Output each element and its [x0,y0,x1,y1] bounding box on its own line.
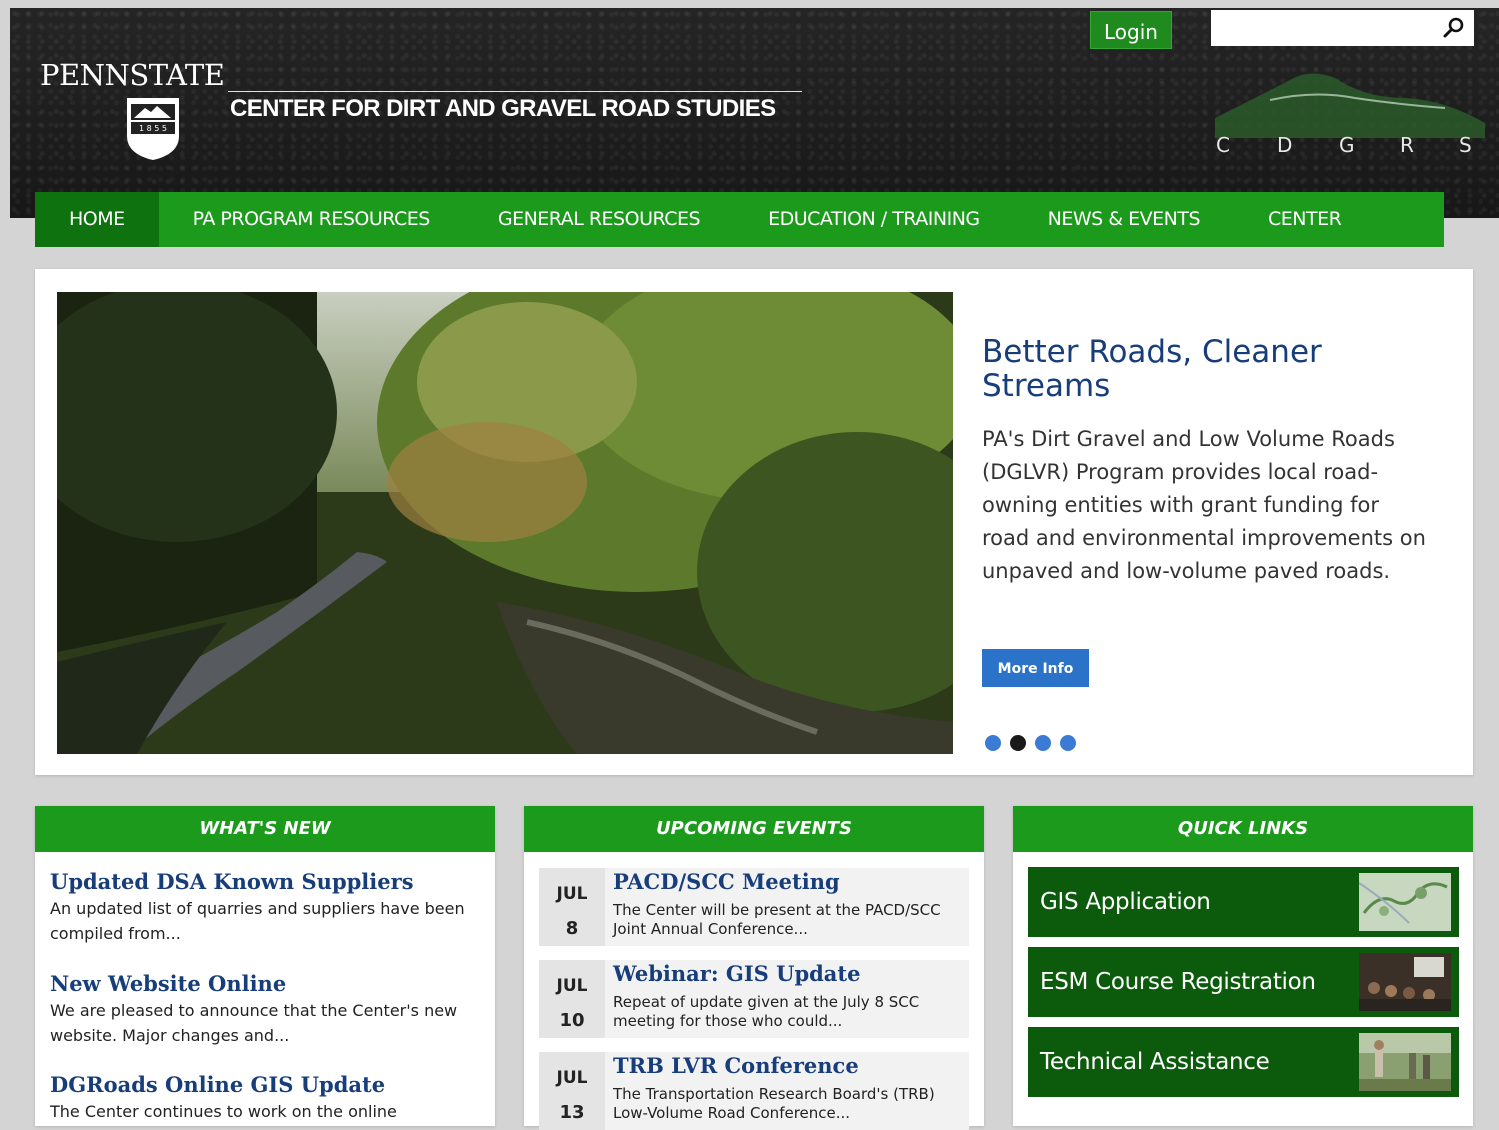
title-rule [228,91,802,92]
hero-title: Better Roads, Cleaner Streams [982,334,1322,404]
news-item: Updated DSA Known Suppliers An updated l… [50,868,470,946]
event-month: JUL [556,1068,588,1088]
hero-description: PA's Dirt Gravel and Low Volume Roads (D… [982,427,1426,583]
nav-item-center[interactable]: CENTER [1234,192,1375,247]
search-box [1211,10,1474,46]
pennstate-wordmark[interactable]: PENNSTATE [40,58,225,92]
slider-dot[interactable] [985,735,1001,751]
event-day: 10 [559,1010,585,1031]
event-date-badge: JUL 13 [539,1052,605,1130]
slider-dot-active[interactable] [1010,735,1026,751]
nav-item-pa-program-resources[interactable]: PA PROGRAM RESOURCES [159,192,464,247]
nav-item-news-events[interactable]: NEWS & EVENTS [1014,192,1234,247]
event-item[interactable]: JUL 8 PACD/SCC Meeting The Center will b… [539,868,969,946]
news-summary: An updated list of quarries and supplier… [50,899,465,943]
upcoming-events-panel: UPCOMING EVENTS JUL 8 PACD/SCC Meeting T… [524,806,984,1130]
cdgrs-letter: C [1216,133,1230,157]
event-month: JUL [556,884,588,904]
news-title-link[interactable]: Updated DSA Known Suppliers [50,868,470,896]
quick-links-heading: QUICK LINKS [1013,806,1473,852]
news-summary: We are pleased to announce that the Cent… [50,1001,458,1045]
quick-link-label: GIS Application [1040,889,1211,915]
cdgrs-mountain-logo [1215,73,1485,138]
news-item: DGRoads Online GIS Update The Center con… [50,1071,470,1124]
event-day: 8 [565,918,579,939]
event-date-badge: JUL 8 [539,868,605,946]
search-input[interactable] [1217,10,1441,46]
event-item[interactable]: JUL 13 TRB LVR Conference The Transporta… [539,1052,969,1130]
map-thumbnail-image [1359,873,1451,931]
event-day: 13 [559,1102,585,1123]
event-summary: The Center will be present at the PACD/S… [613,901,941,938]
event-title-link[interactable]: TRB LVR Conference [613,1052,969,1080]
quick-links-panel: QUICK LINKS GIS Application ESM Course R… [1013,806,1473,1126]
cdgrs-letter: D [1277,133,1293,157]
whats-new-panel: WHAT'S NEW Updated DSA Known Suppliers A… [35,806,495,1126]
event-summary: The Transportation Research Board's (TRB… [613,1085,935,1122]
news-title-link[interactable]: New Website Online [50,970,470,998]
field-thumbnail-image [1359,1033,1451,1091]
news-summary: The Center continues to work on the onli… [50,1102,397,1121]
quick-link-gis-application[interactable]: GIS Application [1028,867,1459,937]
event-summary: Repeat of update given at the July 8 SCC… [613,993,920,1030]
slider-dot[interactable] [1035,735,1051,751]
cdgrs-letter: R [1400,133,1414,157]
more-info-button[interactable]: More Info [982,649,1089,687]
quick-link-esm-course-registration[interactable]: ESM Course Registration [1028,947,1459,1017]
event-date-badge: JUL 10 [539,960,605,1038]
center-title[interactable]: CENTER FOR DIRT AND GRAVEL ROAD STUDIES [230,95,776,123]
quick-link-label: Technical Assistance [1040,1049,1270,1075]
nav-item-education-training[interactable]: EDUCATION / TRAINING [734,192,1014,247]
event-month: JUL [556,976,588,996]
nav-item-home[interactable]: HOME [35,192,159,247]
site-header: PENNSTATE 1 8 5 5 CENTER FOR DIRT AND GR… [10,8,1499,218]
cdgrs-letter: S [1459,133,1472,157]
classroom-thumbnail-image [1359,953,1451,1011]
pennstate-shield-logo[interactable]: 1 8 5 5 [125,96,181,162]
news-title-link[interactable]: DGRoads Online GIS Update [50,1071,470,1099]
cdgrs-letter: G [1339,133,1355,157]
search-icon[interactable] [1442,16,1466,40]
slider-dot[interactable] [1060,735,1076,751]
whats-new-heading: WHAT'S NEW [35,806,495,852]
news-item: New Website Online We are pleased to ann… [50,970,470,1048]
quick-link-label: ESM Course Registration [1040,969,1316,995]
slider-dots [985,735,1076,751]
quick-link-technical-assistance[interactable]: Technical Assistance [1028,1027,1459,1097]
login-button[interactable]: Login [1090,11,1172,49]
hero-slider: Better Roads, Cleaner Streams PA's Dirt … [35,269,1473,775]
nav-item-general-resources[interactable]: GENERAL RESOURCES [464,192,734,247]
hero-road-forest-image [57,292,953,754]
main-nav: HOME PA PROGRAM RESOURCES GENERAL RESOUR… [35,192,1444,247]
event-item[interactable]: JUL 10 Webinar: GIS Update Repeat of upd… [539,960,969,1038]
event-title-link[interactable]: PACD/SCC Meeting [613,868,969,896]
svg-text:1 8 5 5: 1 8 5 5 [139,124,167,133]
event-title-link[interactable]: Webinar: GIS Update [613,960,969,988]
upcoming-events-heading: UPCOMING EVENTS [524,806,984,852]
